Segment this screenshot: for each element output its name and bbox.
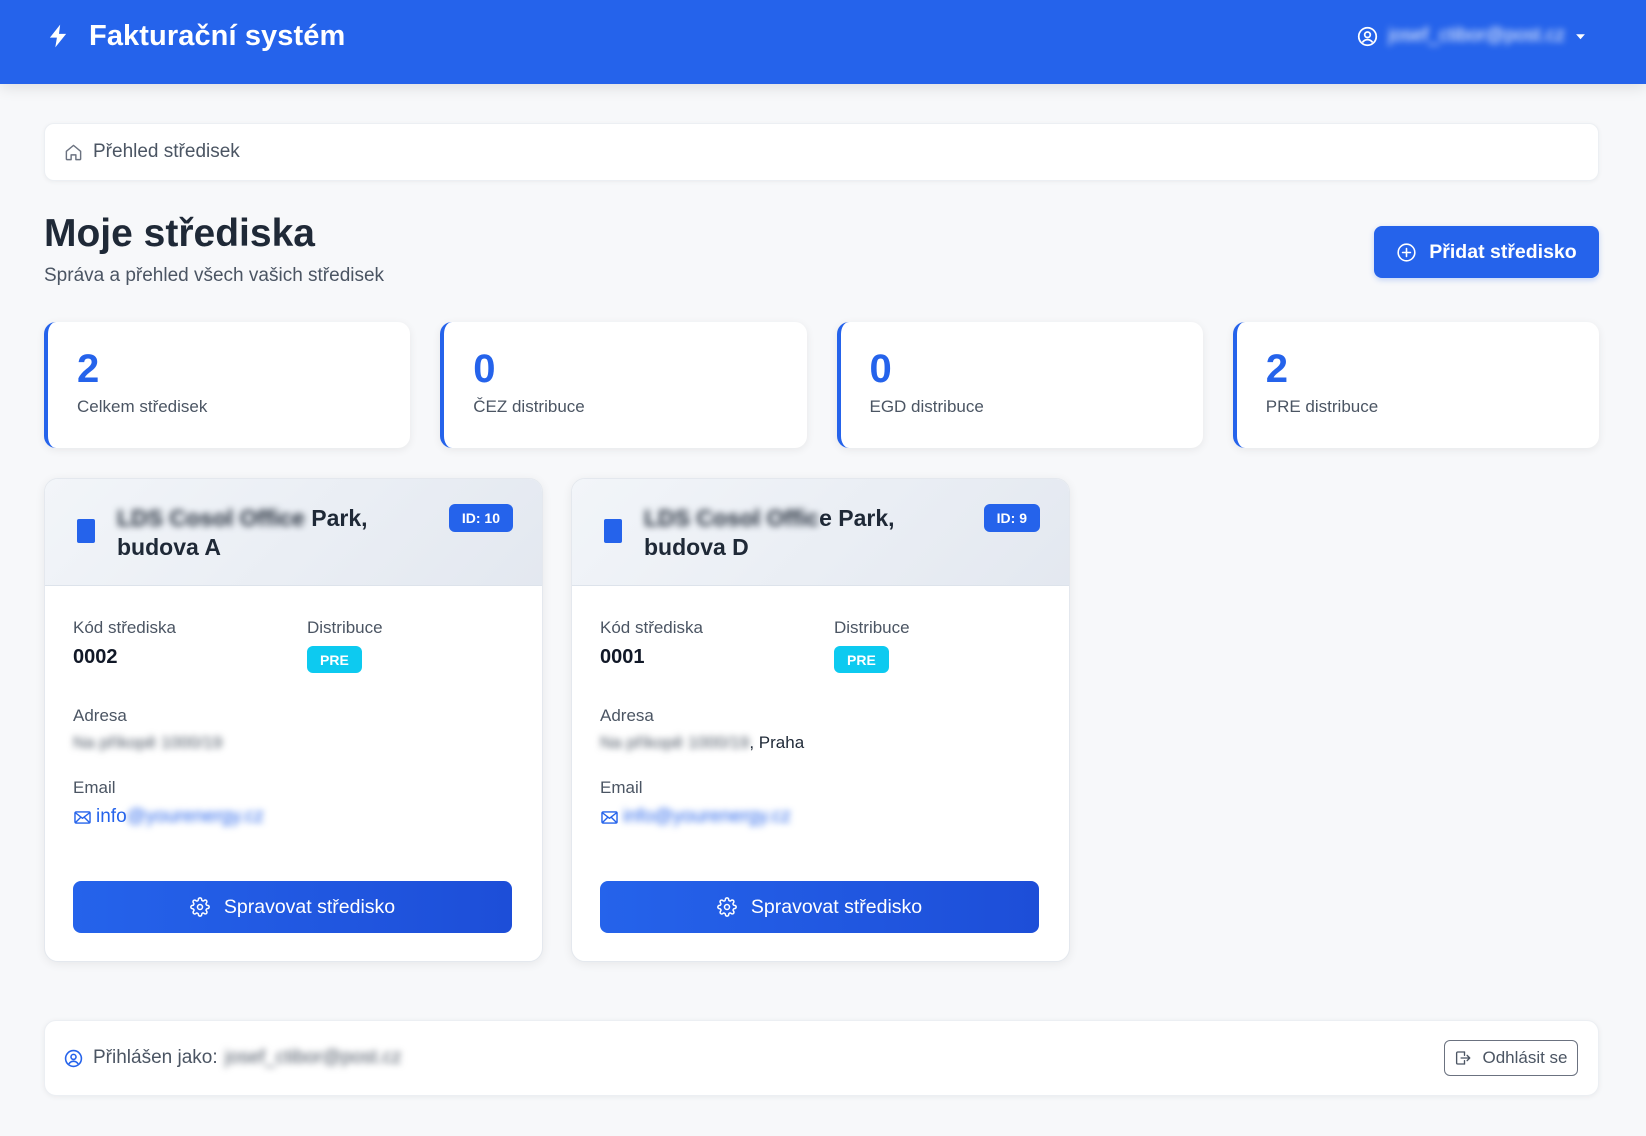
manage-center-label: Spravovat středisko — [223, 895, 396, 918]
top-navbar: Fakturační systém josef_ctibor@post.cz — [0, 0, 1646, 84]
redacted-text: Na příkopě 1000/19 — [600, 733, 750, 752]
stat-value: 0 — [869, 347, 892, 391]
email-text: info — [96, 806, 127, 827]
app-title: Fakturační systém — [89, 19, 346, 52]
user-email: josef_ctibor@post.cz — [1388, 25, 1565, 46]
stat-value: 2 — [77, 347, 100, 391]
email-label: Email — [600, 778, 643, 797]
envelope-icon — [600, 808, 619, 827]
building-icon — [77, 519, 95, 543]
distribution-badge: PRE — [834, 646, 889, 673]
code-value: 0001 — [600, 646, 645, 668]
redacted-text: Na příkopě 1000/19 — [73, 733, 223, 752]
distribution-label: Distribuce — [307, 618, 383, 637]
building-icon — [604, 519, 622, 543]
stat-label: EGD distribuce — [869, 397, 984, 416]
plus-circle-icon — [1396, 242, 1417, 263]
manage-center-button[interactable]: Spravovat středisko — [600, 881, 1039, 933]
address-label: Adresa — [73, 706, 127, 725]
user-dropdown[interactable]: josef_ctibor@post.cz — [1357, 0, 1586, 72]
lightning-icon — [45, 23, 71, 49]
page-title: Moje střediska — [44, 212, 315, 255]
caret-down-icon — [1575, 31, 1586, 42]
stat-value: 2 — [1265, 347, 1288, 391]
user-circle-icon — [1357, 26, 1378, 47]
center-name-part: e Park, — [819, 505, 895, 531]
redacted-text: LDS Cosol Offic — [644, 505, 820, 531]
stats-row: 2 Celkem středisek 0 ČEZ distribuce 0 EG… — [44, 322, 1599, 448]
center-card-body: Kód střediska 0002 Distribuce PRE Adresa… — [45, 586, 542, 961]
session-footer: Přihlášen jako: josef_ctibor@post.cz Odh… — [44, 1020, 1599, 1096]
logged-in-label: Přihlášen jako: — [93, 1047, 218, 1068]
stat-value: 0 — [473, 347, 496, 391]
logged-in-info: Přihlášen jako: josef_ctibor@post.cz — [64, 1047, 402, 1069]
envelope-icon — [73, 808, 92, 827]
center-name-line2: budova D — [644, 534, 749, 560]
redacted-text: info@yourenergy.cz — [623, 806, 791, 827]
center-name: LDS Cosol Office Park, budova A — [117, 504, 427, 562]
stat-card-egd: 0 EGD distribuce — [836, 322, 1203, 448]
address-label: Adresa — [600, 706, 654, 725]
gear-icon — [717, 897, 737, 917]
add-center-label: Přidat středisko — [1429, 240, 1577, 263]
gear-icon — [190, 897, 210, 917]
address-value: Na příkopě 1000/19 — [73, 731, 511, 755]
redacted-text: LDS Cosol Office — [117, 505, 305, 531]
code-label: Kód střediska — [73, 618, 176, 637]
stat-label: PRE distribuce — [1265, 397, 1379, 416]
center-card: LDS Cosol Office Park, budova A ID: 10 K… — [44, 478, 543, 962]
id-badge: ID: 9 — [983, 504, 1040, 532]
logout-icon — [1454, 1049, 1472, 1067]
address-city: , Praha — [749, 733, 805, 752]
redacted-text: @yourenergy.cz — [126, 806, 264, 827]
stat-label: ČEZ distribuce — [473, 397, 585, 416]
center-name-part: Park, — [304, 505, 368, 531]
center-card-header: LDS Cosol Office Park, budova D ID: 9 — [572, 479, 1069, 586]
brand-link[interactable]: Fakturační systém — [45, 0, 345, 72]
center-card-header: LDS Cosol Office Park, budova A ID: 10 — [45, 479, 542, 586]
distribution-badge: PRE — [307, 646, 362, 673]
breadcrumb-current[interactable]: Přehled středisek — [93, 141, 240, 163]
logout-label: Odhlásit se — [1482, 1048, 1568, 1067]
page-header: Moje střediska Správa a přehled všech va… — [44, 211, 1599, 291]
id-badge: ID: 10 — [448, 504, 513, 532]
stat-card-pre: 2 PRE distribuce — [1232, 322, 1599, 448]
center-card-body: Kód střediska 0001 Distribuce PRE Adresa… — [572, 586, 1069, 961]
centers-grid: LDS Cosol Office Park, budova A ID: 10 K… — [44, 478, 1599, 962]
stat-card-total: 2 Celkem středisek — [44, 322, 411, 448]
house-icon — [64, 143, 83, 162]
center-name: LDS Cosol Office Park, budova D — [644, 504, 954, 562]
center-name-line2: budova A — [117, 534, 221, 560]
center-card: LDS Cosol Office Park, budova D ID: 9 Kó… — [571, 478, 1070, 962]
code-value: 0002 — [73, 646, 118, 668]
email-label: Email — [73, 778, 116, 797]
manage-center-button[interactable]: Spravovat středisko — [73, 881, 512, 933]
email-link[interactable]: info@yourenergy.cz — [73, 804, 511, 830]
user-circle-icon — [64, 1049, 83, 1068]
stat-label: Celkem středisek — [77, 397, 208, 416]
manage-center-label: Spravovat středisko — [750, 895, 923, 918]
email-link[interactable]: info@yourenergy.cz — [600, 804, 1038, 830]
address-value: Na příkopě 1000/19, Praha — [600, 731, 1038, 755]
page-subtitle: Správa a přehled všech vašich středisek — [44, 265, 385, 286]
add-center-button[interactable]: Přidat středisko — [1374, 226, 1599, 278]
breadcrumb: Přehled středisek — [44, 123, 1599, 181]
logout-button[interactable]: Odhlásit se — [1444, 1040, 1578, 1076]
logged-in-email: josef_ctibor@post.cz — [224, 1047, 402, 1068]
code-label: Kód střediska — [600, 618, 703, 637]
stat-card-cez: 0 ČEZ distribuce — [440, 322, 807, 448]
distribution-label: Distribuce — [834, 618, 910, 637]
